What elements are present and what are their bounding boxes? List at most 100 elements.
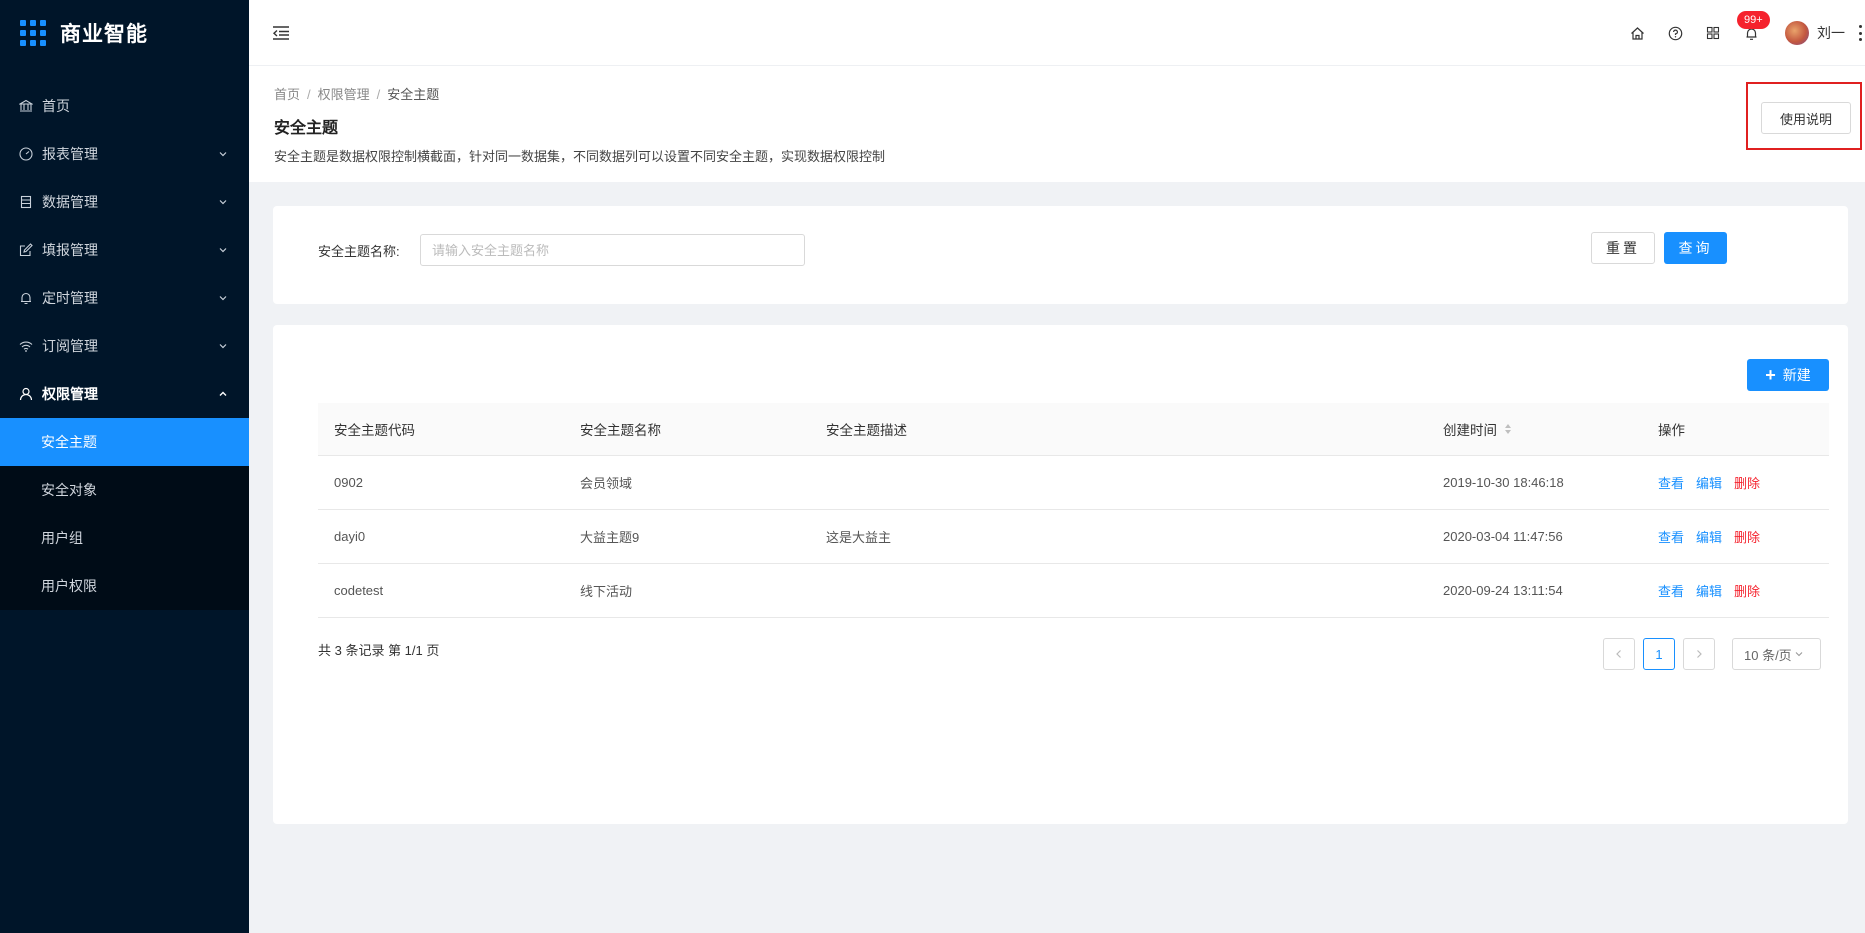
edit-link[interactable]: 编辑 [1696,530,1722,545]
chevron-down-icon [219,344,227,349]
page-size-value: 10 条/页 [1744,647,1792,663]
top-header: 99+ 刘一 [249,0,1865,66]
sidebar-item-data[interactable]: 数据管理 [0,178,249,226]
breadcrumb: 首页 / 权限管理 / 安全主题 [274,84,439,103]
search-panel: 安全主题名称: 重置 查询 [273,206,1848,304]
cell-actions: 查看 编辑 删除 [1642,473,1829,492]
cell-description: 这是大益主 [826,530,892,545]
home-icon[interactable] [1629,25,1645,41]
page-header: 首页 / 权限管理 / 安全主题 安全主题 安全主题是数据权限控制横截面，针对同一数据集… [249,66,1865,182]
header-actions: 99+ 刘一 [1629,0,1865,66]
chevron-down-icon [219,200,227,205]
edit-link[interactable]: 编辑 [1696,584,1722,599]
edit-link[interactable]: 编辑 [1696,476,1722,491]
page-number-button[interactable]: 1 [1643,638,1675,670]
delete-link[interactable]: 删除 [1734,584,1760,599]
chevron-down-icon [219,152,227,157]
delete-link[interactable]: 删除 [1734,530,1760,545]
sidebar-item-home[interactable]: 首页 [0,82,249,130]
sidebar-item-label: 填报管理 [42,242,98,258]
reset-button[interactable]: 重置 [1591,232,1655,264]
cell-name: 大益主题9 [580,530,640,545]
cell-code: codetest [334,583,384,598]
column-header-created-label: 创建时间 [1443,423,1497,438]
cell-name: 线下活动 [580,584,633,599]
sidebar-item-label: 首页 [42,98,70,114]
sidebar: 商业智能 首页 报表管理 数据管理 填报管理 定时管理 订阅管理 权限管理 安全… [0,0,249,933]
cell-created: 2019-10-30 18:46:18 [1443,475,1564,490]
security-theme-name-input[interactable] [420,234,805,266]
page-description: 安全主题是数据权限控制横截面，针对同一数据集，不同数据列可以设置不同安全主题，实… [274,149,886,164]
app-grid-icon [20,20,46,46]
table-row: codetest 线下活动 2020-09-24 13:11:54 查看 编辑 删除 [318,564,1829,618]
sidebar-item-label: 定时管理 [42,290,98,306]
sidebar-item-forms[interactable]: 填报管理 [0,226,249,274]
database-icon [18,194,34,210]
app-title: 商业智能 [60,23,148,46]
view-link[interactable]: 查看 [1658,530,1684,545]
chevron-up-icon [219,391,227,396]
avatar[interactable] [1785,21,1809,45]
sidebar-item-permissions[interactable]: 权限管理 [0,370,249,418]
query-button[interactable]: 查询 [1664,232,1727,264]
table-header-row: 安全主题代码 安全主题名称 安全主题描述 创建时间 操作 [318,403,1829,456]
new-button-label: 新建 [1782,367,1811,383]
form-icon [18,242,34,258]
usage-guide-button[interactable]: 使用说明 [1761,102,1851,134]
cell-code: 0902 [334,475,363,490]
breadcrumb-item-home[interactable]: 首页 [274,87,300,102]
security-theme-table: 安全主题代码 安全主题名称 安全主题描述 创建时间 操作 0902 会员领域 2… [318,403,1829,618]
permissions-submenu: 安全主题 安全对象 用户组 用户权限 [0,418,249,610]
view-link[interactable]: 查看 [1658,476,1684,491]
more-vertical-icon[interactable] [1859,25,1863,41]
page-size-select[interactable]: 10 条/页 [1732,638,1821,670]
sidebar-subitem-security-object[interactable]: 安全对象 [0,466,249,514]
column-header-actions: 操作 [1658,423,1685,438]
prev-page-button[interactable] [1603,638,1635,670]
logo[interactable]: 商业智能 [0,0,249,66]
page-title: 安全主题 [274,120,339,137]
cell-created: 2020-09-24 13:11:54 [1443,583,1563,598]
next-page-button[interactable] [1683,638,1715,670]
column-header-name: 安全主题名称 [580,423,661,438]
column-header-code: 安全主题代码 [334,423,415,438]
chevron-right-icon [1697,650,1702,658]
breadcrumb-separator: / [376,87,381,102]
user-name[interactable]: 刘一 [1817,23,1845,43]
new-button[interactable]: + 新建 [1747,359,1829,391]
cell-created: 2020-03-04 11:47:56 [1443,529,1563,544]
user-icon [18,386,34,402]
dashboard-icon [18,146,34,162]
cell-actions: 查看 编辑 删除 [1642,527,1829,546]
table-panel: + 新建 安全主题代码 安全主题名称 安全主题描述 创建时间 操作 0902 会… [273,325,1848,824]
cell-actions: 查看 编辑 删除 [1642,581,1829,600]
sidebar-item-label: 报表管理 [42,146,98,162]
notification-badge: 99+ [1737,11,1770,29]
cell-code: dayi0 [334,529,366,544]
plus-icon: + [1765,365,1776,385]
cell-name: 会员领域 [580,476,633,491]
sidebar-item-reports[interactable]: 报表管理 [0,130,249,178]
wifi-icon [18,338,34,354]
breadcrumb-separator: / [307,87,311,102]
help-icon[interactable] [1667,25,1683,41]
sidebar-subitem-security-theme[interactable]: 安全主题 [0,418,249,466]
sidebar-menu: 首页 报表管理 数据管理 填报管理 定时管理 订阅管理 权限管理 安全主题 安全… [0,82,249,610]
sidebar-subitem-user-group[interactable]: 用户组 [0,514,249,562]
sort-icon[interactable] [1505,424,1511,434]
menu-fold-icon[interactable] [271,23,291,43]
bell-icon [18,290,34,306]
column-header-created[interactable]: 创建时间 [1427,419,1642,439]
chevron-left-icon [1616,650,1621,658]
breadcrumb-item-current: 安全主题 [387,87,440,102]
delete-link[interactable]: 删除 [1734,476,1760,491]
sidebar-item-schedule[interactable]: 定时管理 [0,274,249,322]
sidebar-subitem-user-permission[interactable]: 用户权限 [0,562,249,610]
view-link[interactable]: 查看 [1658,584,1684,599]
notification-bell-icon[interactable]: 99+ [1737,11,1770,41]
pagination-summary: 共 3 条记录 第 1/1 页 [318,643,440,658]
sidebar-item-subscription[interactable]: 订阅管理 [0,322,249,370]
sidebar-item-label: 数据管理 [42,194,98,210]
breadcrumb-item-permissions[interactable]: 权限管理 [318,87,370,102]
apps-icon[interactable] [1705,25,1721,41]
